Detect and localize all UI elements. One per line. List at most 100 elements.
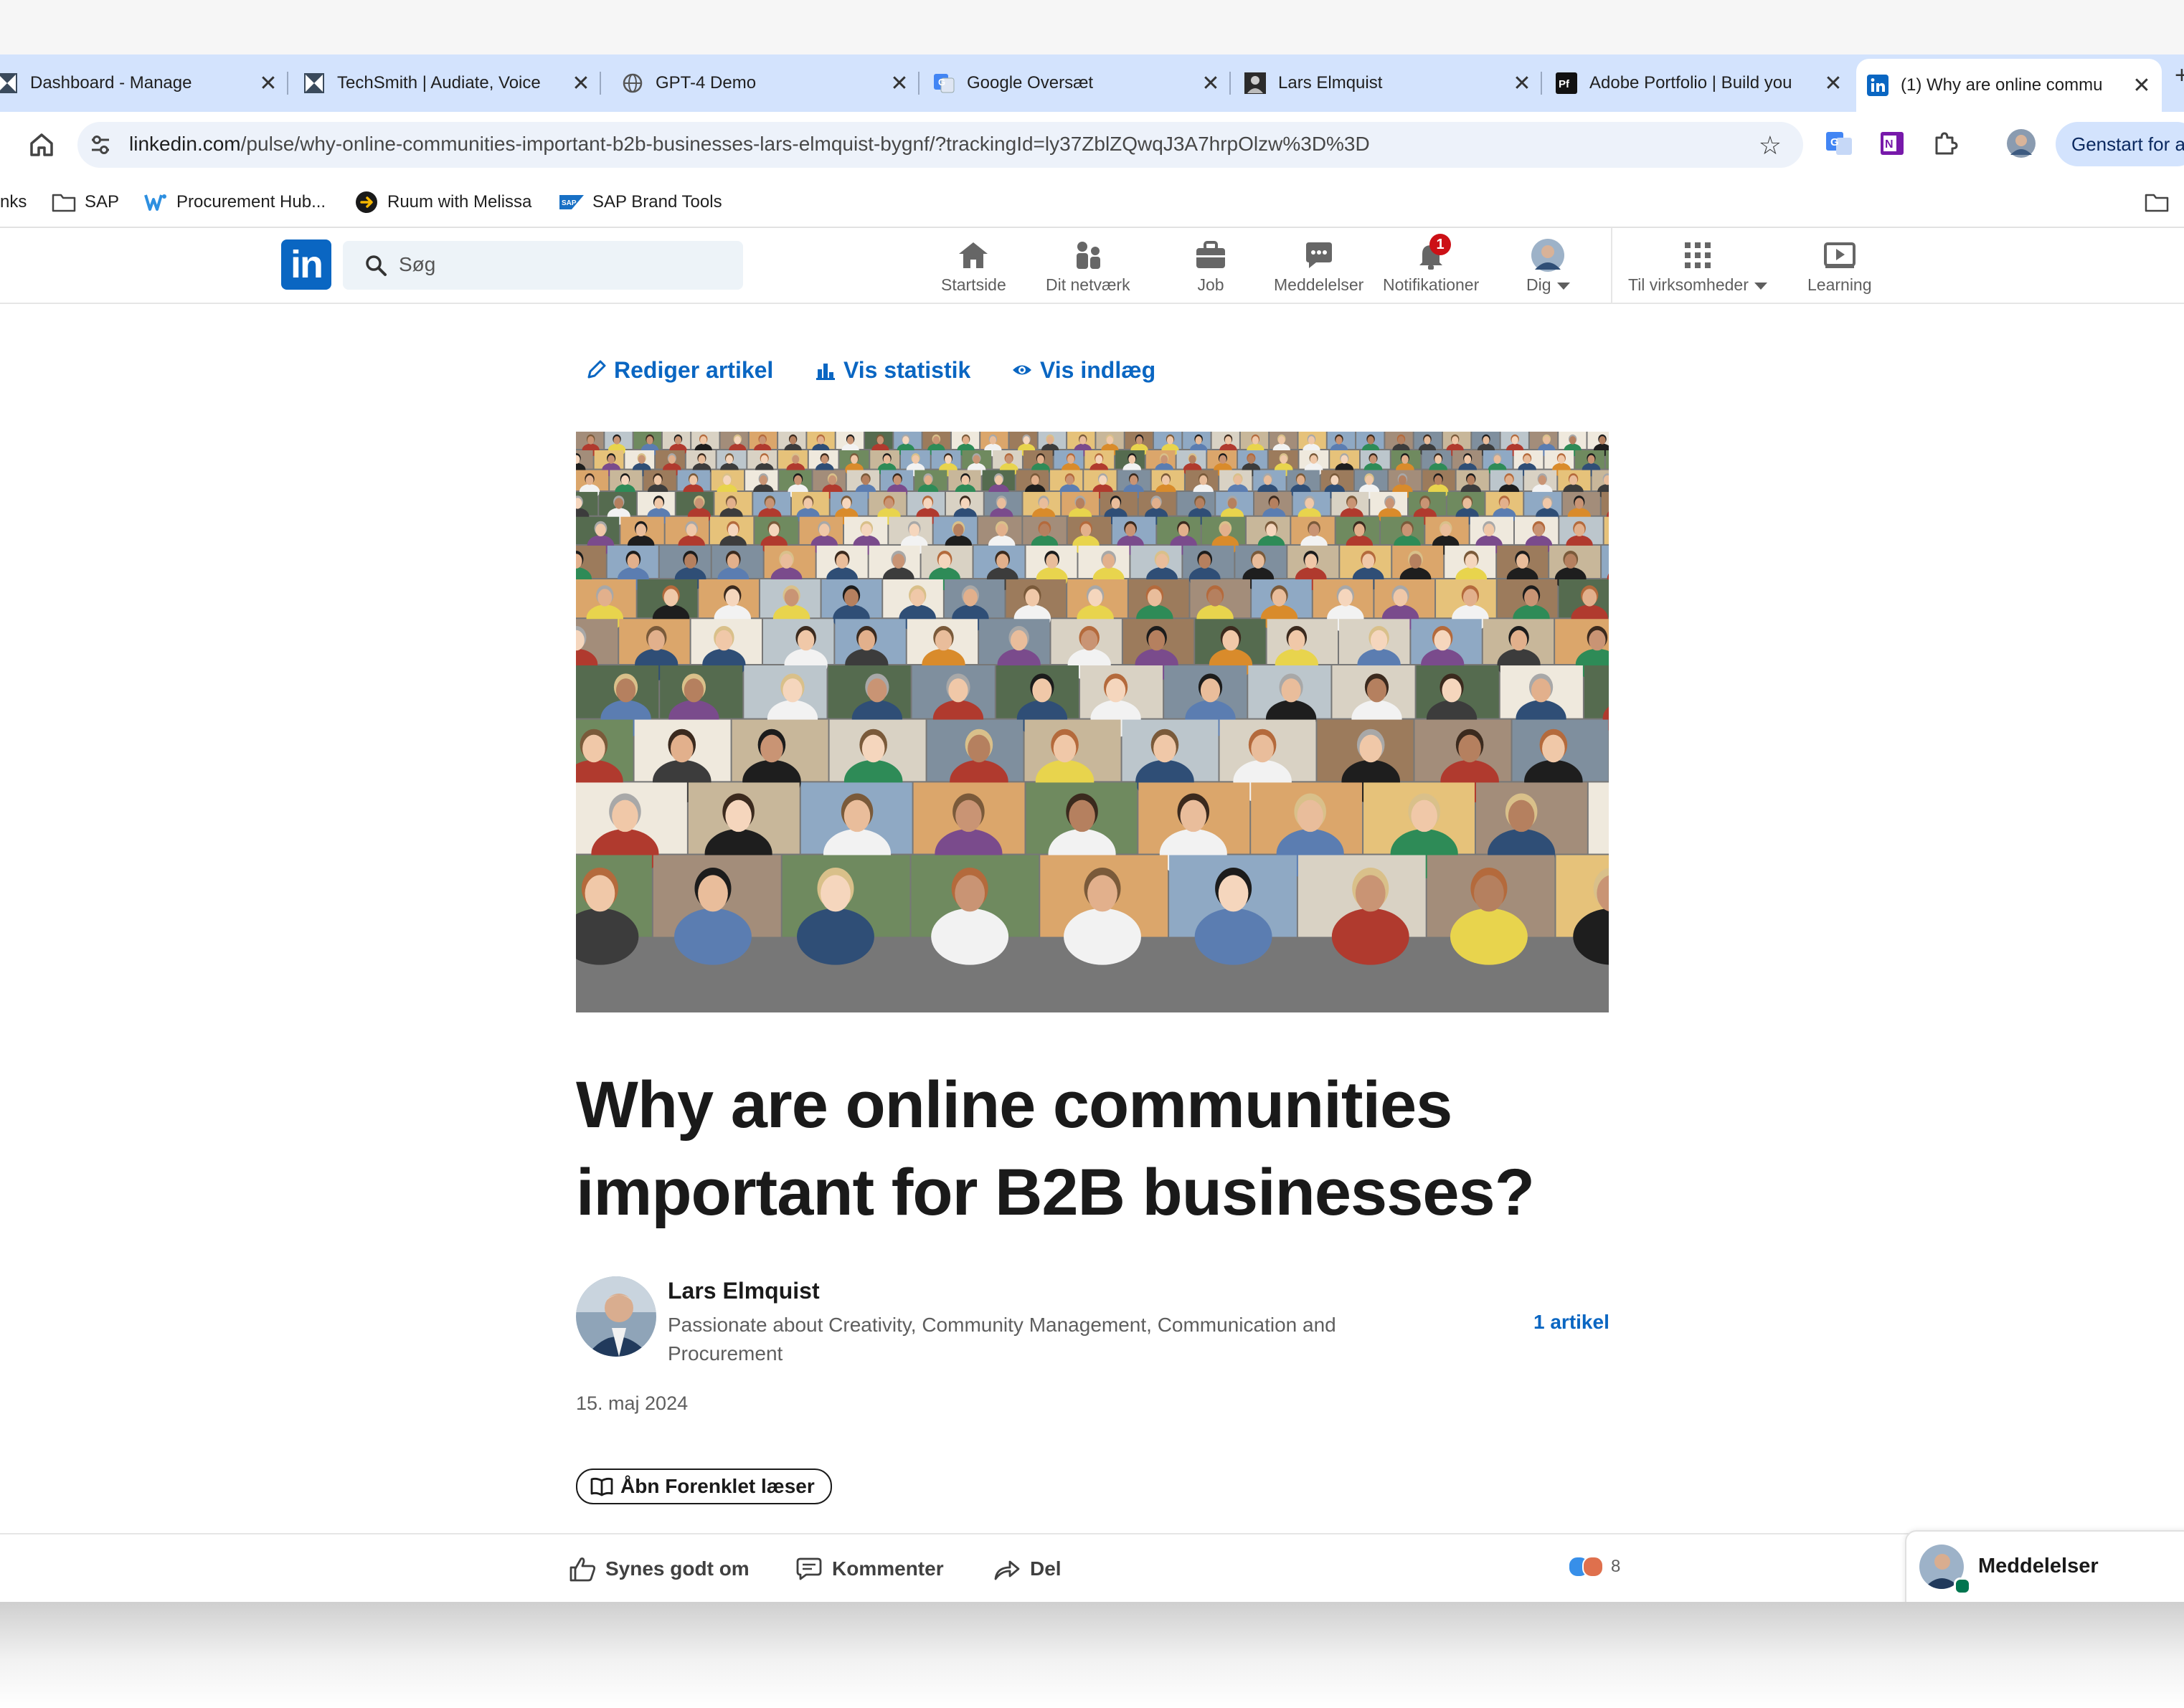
google-translate-extension-icon[interactable]: G [1825,129,1853,158]
restart-to-update-button[interactable]: Genstart for at opdatere [2056,122,2184,166]
bookmark-star-icon[interactable]: ☆ [1759,131,1782,161]
bookmark-links[interactable]: nks [0,186,27,218]
linkedin-icon [1866,74,1889,97]
nav-item-me[interactable]: Dig [1526,238,1570,298]
profile-avatar[interactable] [2007,129,2036,158]
tab-google-translate[interactable]: G Google Oversæt ✕ [931,54,1231,112]
bookmark-procurement-hub[interactable]: Procurement Hub... [143,186,326,218]
search-input[interactable]: Søg [343,241,743,290]
view-statistics-link[interactable]: Vis statistik [815,356,970,384]
tab-gpt4-demo[interactable]: GPT-4 Demo ✕ [620,54,920,112]
address-bar[interactable]: linkedin.com/pulse/why-online-communitie… [77,122,1803,168]
procurement-hub-icon [143,190,168,214]
comment-button[interactable]: Kommenter [795,1553,944,1585]
bookmark-label: nks [0,192,27,212]
bookmark-sap[interactable]: SAP [52,186,119,218]
article-cover-image [576,432,1609,1012]
other-bookmarks-folder[interactable] [2145,186,2178,218]
nav-label: Meddelelser [1274,275,1364,294]
author-avatar[interactable] [576,1276,656,1357]
extensions-puzzle-icon[interactable] [1931,129,1960,158]
ruum-icon [354,190,379,214]
tab-close-icon[interactable]: ✕ [2124,68,2159,103]
tab-techsmith[interactable]: TechSmith | Audiate, Voice ✕ [301,54,601,112]
tab-close-icon[interactable]: ✕ [1816,66,1850,100]
tab-separator [287,72,288,95]
view-post-link[interactable]: Vis indlæg [1011,356,1155,384]
nav-label-me: Dig [1526,275,1570,295]
author-name[interactable]: Lars Elmquist [668,1278,820,1304]
action-label: Vis indlæg [1040,356,1156,383]
window-shadow [0,1602,2184,1708]
nav-item-learning[interactable]: Learning [1807,238,1872,298]
tab-adobe-portfolio[interactable]: Pf Adobe Portfolio | Build you ✕ [1554,54,1853,112]
bookmark-ruum[interactable]: Ruum with Melissa [354,186,531,218]
folder-icon [2145,190,2169,214]
edit-article-link[interactable]: Rediger artikel [585,356,773,384]
share-icon [994,1560,1020,1580]
bookmark-label: SAP Brand Tools [592,192,722,212]
nav-item-notifications[interactable]: 1 Notifikationer [1383,234,1480,298]
search-icon [364,254,387,277]
tab-lars-elmquist[interactable]: Lars Elmquist ✕ [1242,54,1542,112]
nav-label: Notifikationer [1383,275,1480,294]
folder-icon [52,190,76,214]
linkedin-header: in Søg Startside Dit netværk Job Meddele… [0,228,2184,304]
share-button[interactable]: Del [993,1553,1062,1585]
tab-close-icon[interactable]: ✕ [564,66,598,100]
briefcase-icon [1193,238,1228,272]
tab-close-icon[interactable]: ✕ [882,66,917,100]
nav-item-network[interactable]: Dit netværk [1046,238,1130,298]
nav-item-messaging[interactable]: Meddelelser [1274,238,1363,298]
notification-badge: 1 [1429,234,1452,255]
nav-label: Job [1197,275,1224,294]
messaging-widget-label: Meddelelser [1978,1555,2099,1577]
search-placeholder: Søg [399,253,436,275]
tab-close-icon[interactable]: ✕ [1505,66,1539,100]
messaging-icon [1302,238,1336,272]
tab-title: Lars Elmquist [1278,73,1383,92]
chevron-down-icon [1556,282,1570,290]
bookmarks-bar: nks SAP Procurement Hub... Ruum with Mel… [0,178,2184,228]
tab-title: Dashboard - Manage [30,73,192,92]
tab-separator [1541,72,1542,95]
tab-linkedin-article[interactable]: (1) Why are online commu ✕ [1856,59,2162,112]
techsmith-icon [303,72,326,95]
reaction-summary[interactable]: 8 [1568,1556,1620,1577]
bookmark-sap-brand-tools[interactable]: SAP SAP Brand Tools [559,186,722,218]
tab-close-icon[interactable]: ✕ [1193,66,1228,100]
site-settings-icon[interactable] [88,132,113,158]
grid-icon [1680,238,1715,272]
linkedin-logo[interactable]: in [281,239,331,290]
learning-icon [1823,238,1857,272]
avatar [1531,238,1565,272]
nav-label: Dit netværk [1046,275,1130,294]
nav-item-jobs[interactable]: Job [1193,238,1228,298]
article-title: Why are online communities important for… [576,1068,1535,1229]
home-icon[interactable] [26,129,57,161]
reaction-count: 8 [1611,1557,1621,1576]
nav-item-for-business[interactable]: Til virksomheder [1628,238,1767,298]
author-article-count[interactable]: 1 artikel [1533,1311,1609,1334]
browser-toolbar: linkedin.com/pulse/why-online-communitie… [0,112,2184,178]
adobe-portfolio-favicon-text: Pf [1559,78,1570,90]
comment-icon [796,1557,822,1580]
new-tab-button[interactable]: + [2175,62,2184,90]
nav-label: Dig [1526,275,1551,294]
simplified-reader-button[interactable]: Åbn Forenklet læser [576,1469,832,1504]
tab-close-icon[interactable]: ✕ [251,66,285,100]
sap-icon: SAP [559,190,584,214]
like-button[interactable]: Synes godt om [568,1553,750,1585]
bell-icon: 1 [1414,234,1452,272]
messaging-widget[interactable]: Meddelelser [1905,1530,2184,1606]
tab-title: GPT-4 Demo [656,73,757,92]
techsmith-icon [0,72,19,95]
url-text[interactable]: linkedin.com/pulse/why-online-communitie… [129,133,1370,156]
tab-title: (1) Why are online commu [1901,75,2103,95]
nav-item-home[interactable]: Startside [941,238,1006,298]
google-translate-icon: G [932,72,955,95]
url-host: linkedin.com [129,133,241,155]
tab-dashboard[interactable]: Dashboard - Manage ✕ [0,54,288,112]
onenote-extension-icon[interactable]: N [1878,129,1906,158]
bookmark-label: Ruum with Melissa [387,192,532,212]
